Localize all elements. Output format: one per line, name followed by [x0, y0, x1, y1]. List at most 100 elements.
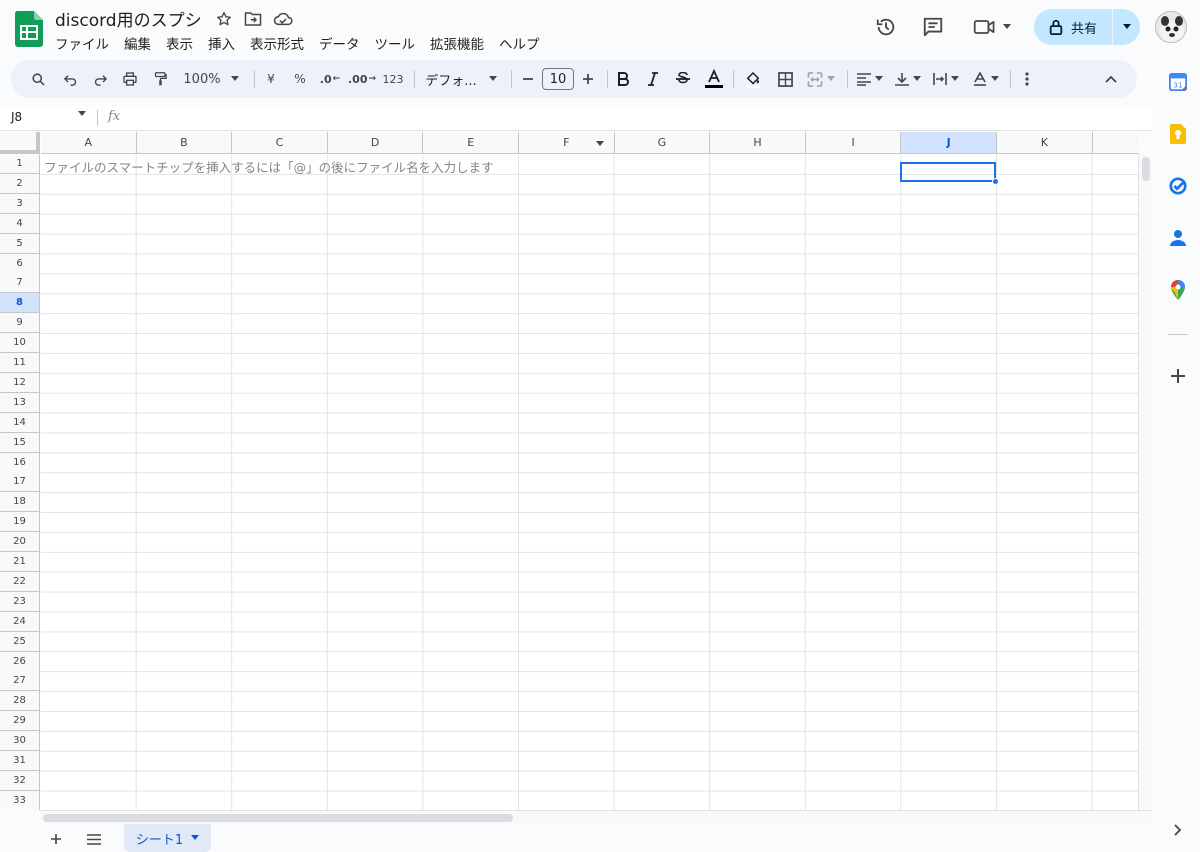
column-header-i[interactable]: I: [805, 132, 902, 154]
row-header-4[interactable]: 4: [0, 213, 40, 234]
borders-icon[interactable]: [773, 60, 797, 98]
chevron-down-icon[interactable]: [191, 835, 200, 841]
row-header-27[interactable]: 27: [0, 671, 40, 692]
menu-data[interactable]: データ: [319, 33, 368, 53]
version-history-icon[interactable]: [871, 12, 901, 42]
collapse-menus-chevron-up-icon[interactable]: [1099, 60, 1123, 98]
row-header-6[interactable]: 6: [0, 253, 40, 274]
row-header-24[interactable]: 24: [0, 611, 40, 632]
horizontal-scrollbar[interactable]: [40, 810, 1152, 824]
spreadsheet-grid[interactable]: ABCDEFGHIJKL 123456789101112131415161718…: [0, 132, 1138, 810]
row-header-28[interactable]: 28: [0, 691, 40, 712]
font-size-increase-button[interactable]: [578, 60, 598, 98]
column-header-k[interactable]: K: [997, 132, 1093, 154]
horizontal-scroll-thumb[interactable]: [43, 814, 513, 822]
row-header-7[interactable]: 7: [0, 273, 40, 294]
name-box-chevron-down-icon[interactable]: [78, 111, 86, 117]
font-size-input[interactable]: 10: [542, 68, 574, 90]
italic-icon[interactable]: [642, 60, 664, 98]
paint-format-icon[interactable]: [149, 60, 171, 98]
vertical-align-icon[interactable]: [892, 60, 924, 98]
font-family-select[interactable]: デフォ...: [423, 60, 499, 98]
row-header-32[interactable]: 32: [0, 770, 40, 791]
add-sheet-icon[interactable]: [46, 830, 66, 848]
number-format-button[interactable]: 123: [381, 60, 405, 98]
percent-format-button[interactable]: %: [290, 60, 310, 98]
text-color-icon[interactable]: [702, 60, 726, 98]
comments-icon[interactable]: [918, 12, 948, 42]
merge-cells-icon[interactable]: [803, 60, 839, 98]
select-all-corner[interactable]: [0, 132, 40, 154]
row-header-5[interactable]: 5: [0, 233, 40, 254]
fill-handle[interactable]: [992, 178, 999, 185]
row-header-31[interactable]: 31: [0, 751, 40, 771]
meet-call-button[interactable]: [970, 12, 1014, 42]
increase-decimal-button[interactable]: .00 →: [348, 60, 376, 98]
row-header-30[interactable]: 30: [0, 731, 40, 752]
menu-file[interactable]: ファイル: [55, 33, 117, 53]
fill-color-icon[interactable]: [741, 60, 765, 98]
column-header-b[interactable]: B: [136, 132, 233, 154]
text-rotation-icon[interactable]: [968, 60, 1004, 98]
undo-icon[interactable]: [59, 60, 81, 98]
contacts-icon[interactable]: [1166, 226, 1190, 250]
currency-format-button[interactable]: ¥: [261, 60, 281, 98]
menu-edit[interactable]: 編集: [124, 33, 159, 53]
row-header-20[interactable]: 20: [0, 532, 40, 553]
column-header-h[interactable]: H: [710, 132, 806, 154]
avatar[interactable]: [1155, 11, 1187, 43]
cells-area[interactable]: [41, 155, 1138, 810]
column-header-e[interactable]: E: [423, 132, 519, 154]
redo-icon[interactable]: [89, 60, 111, 98]
sheets-logo-icon[interactable]: [14, 11, 44, 47]
row-header-3[interactable]: 3: [0, 193, 40, 214]
vertical-scrollbar[interactable]: [1138, 154, 1152, 810]
search-menus-icon[interactable]: [27, 60, 49, 98]
name-box[interactable]: J8: [11, 110, 22, 124]
vertical-scroll-thumb[interactable]: [1142, 157, 1150, 181]
horizontal-align-icon[interactable]: [854, 60, 886, 98]
font-size-decrease-button[interactable]: [518, 60, 538, 98]
column-filter-chevron-down-icon[interactable]: [595, 141, 604, 147]
menu-format[interactable]: 表示形式: [250, 33, 312, 53]
strikethrough-icon[interactable]: [672, 60, 694, 98]
text-wrapping-icon[interactable]: [930, 60, 962, 98]
add-addon-icon[interactable]: [1166, 364, 1190, 388]
row-header-29[interactable]: 29: [0, 711, 40, 732]
column-header-d[interactable]: D: [327, 132, 424, 154]
row-header-13[interactable]: 13: [0, 392, 40, 413]
zoom-select[interactable]: 100%: [179, 60, 243, 98]
column-header-c[interactable]: C: [232, 132, 328, 154]
selected-cell-j8[interactable]: [900, 162, 996, 182]
menu-help[interactable]: ヘルプ: [499, 33, 548, 53]
menu-insert[interactable]: 挿入: [208, 33, 243, 53]
row-header-11[interactable]: 11: [0, 353, 40, 373]
tasks-icon[interactable]: [1166, 174, 1190, 198]
share-button[interactable]: 共有: [1034, 9, 1140, 45]
more-options-icon[interactable]: [1016, 60, 1038, 98]
sheet-tab-active[interactable]: シート1: [124, 824, 211, 852]
move-folder-icon[interactable]: [243, 9, 263, 29]
row-header-14[interactable]: 14: [0, 412, 40, 433]
row-header-19[interactable]: 19: [0, 512, 40, 533]
row-header-15[interactable]: 15: [0, 432, 40, 453]
menu-tools[interactable]: ツール: [375, 33, 424, 53]
column-header-l[interactable]: L: [1092, 132, 1138, 154]
menu-extensions[interactable]: 拡張機能: [430, 33, 492, 53]
row-header-1[interactable]: 1: [0, 154, 40, 174]
row-header-22[interactable]: 22: [0, 571, 40, 592]
decrease-decimal-button[interactable]: .0 ←: [318, 60, 342, 98]
row-header-9[interactable]: 9: [0, 313, 40, 334]
calendar-icon[interactable]: 31: [1166, 70, 1190, 94]
document-title[interactable]: discord用のスプシ: [55, 6, 202, 31]
row-header-25[interactable]: 25: [0, 631, 40, 652]
star-icon[interactable]: [214, 9, 234, 29]
print-icon[interactable]: [119, 60, 141, 98]
hide-side-panel-chevron-right-icon[interactable]: [1166, 818, 1190, 842]
column-header-g[interactable]: G: [614, 132, 711, 154]
row-header-18[interactable]: 18: [0, 492, 40, 513]
row-header-17[interactable]: 17: [0, 472, 40, 493]
column-header-j[interactable]: J: [901, 132, 997, 154]
menu-view[interactable]: 表示: [166, 33, 201, 53]
row-header-21[interactable]: 21: [0, 552, 40, 572]
